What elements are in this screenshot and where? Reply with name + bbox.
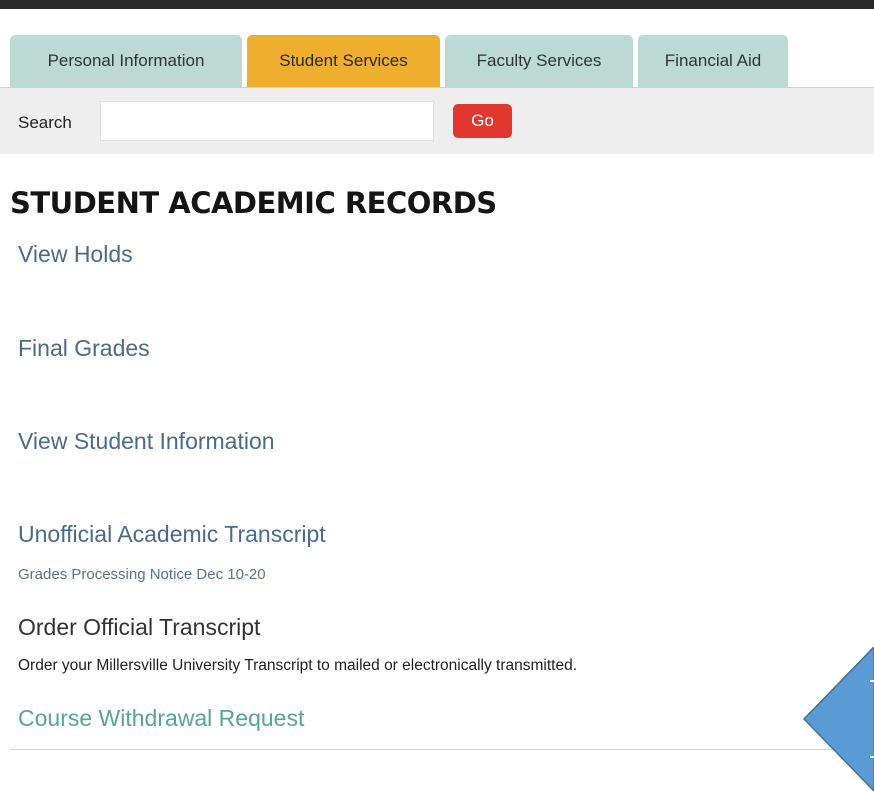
- search-bar: Search Go: [0, 88, 874, 154]
- search-label: Search: [18, 113, 72, 132]
- left-arrow-icon: [800, 645, 874, 791]
- order-transcript-description: Order your Millersville University Trans…: [18, 657, 578, 674]
- go-button[interactable]: Go: [453, 104, 512, 138]
- grades-processing-notice: Grades Processing Notice Dec 10-20: [18, 566, 266, 583]
- view-student-information-link[interactable]: View Student Information: [18, 428, 275, 455]
- order-official-transcript-link[interactable]: Order Official Transcript: [18, 614, 260, 641]
- search-input[interactable]: [100, 101, 434, 141]
- unofficial-transcript-link[interactable]: Unofficial Academic Transcript: [18, 521, 326, 548]
- top-bar: [0, 0, 874, 9]
- tab-financial-aid[interactable]: Financial Aid: [638, 35, 788, 87]
- tab-strip: Personal Information Student Services Fa…: [0, 35, 874, 88]
- tab-faculty-services[interactable]: Faculty Services: [445, 35, 633, 87]
- course-withdrawal-request-link[interactable]: Course Withdrawal Request: [18, 705, 304, 732]
- page: Personal Information Student Services Fa…: [0, 0, 874, 791]
- divider: [10, 749, 874, 750]
- tab-student-services[interactable]: Student Services: [247, 35, 440, 87]
- view-holds-link[interactable]: View Holds: [18, 241, 133, 268]
- tab-personal-information[interactable]: Personal Information: [10, 35, 242, 87]
- final-grades-link[interactable]: Final Grades: [18, 335, 150, 362]
- page-title: STUDENT ACADEMIC RECORDS: [10, 186, 497, 220]
